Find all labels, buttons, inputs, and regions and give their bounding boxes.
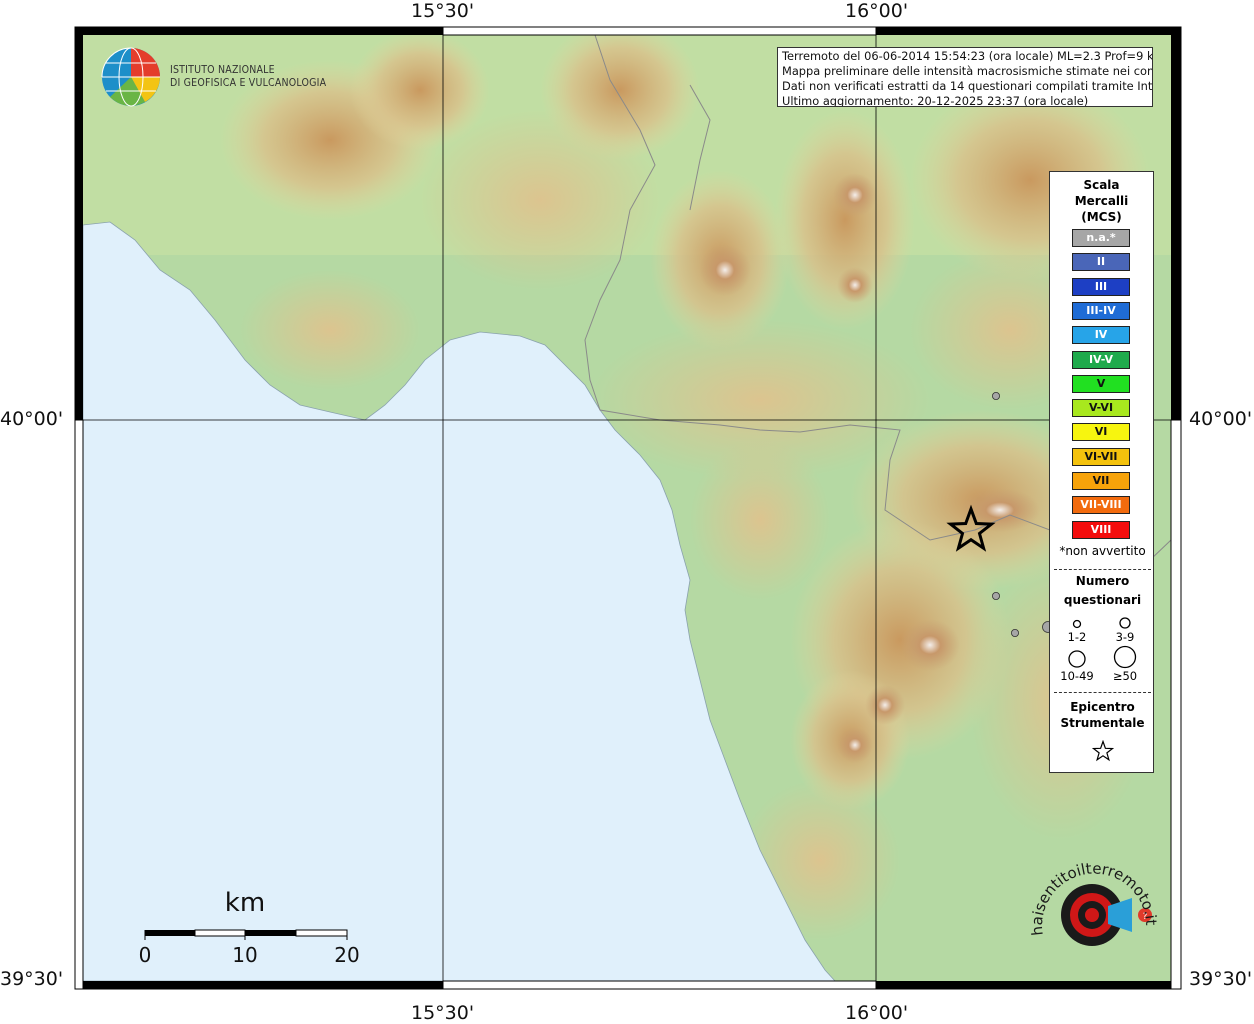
count-label-1: 1-2 (1067, 630, 1087, 644)
axis-label-left-4000: 40°00' (0, 408, 64, 430)
scale-unit: km (224, 888, 266, 918)
count-label-3: 10-49 (1060, 669, 1094, 683)
mcs-swatch: III (1072, 277, 1130, 296)
axis-label-right-4000: 40°00' (1189, 408, 1253, 430)
mcs-swatch: n.a.* (1072, 229, 1130, 247)
scale-tick-0: 0 (138, 943, 152, 967)
count-label-2: 3-9 (1115, 630, 1135, 644)
legend-note: *non avvertito (1059, 544, 1146, 558)
event-info-line: Mappa preliminare delle intensità macros… (782, 64, 1153, 78)
scale-tick-10: 10 (232, 943, 258, 967)
axis-label-top-1600: 16°00' (845, 0, 909, 22)
mcs-swatch: IV (1072, 326, 1130, 345)
logo-line-2: DI GEOFISICA E VULCANOLOGIA (170, 77, 327, 89)
axis-label-left-3930: 39°30' (0, 968, 64, 990)
scale-tick-20: 20 (334, 943, 360, 967)
axis-label-top-1530: 15°30' (411, 0, 475, 22)
epicenter-title: Epicentro Strumentale (1060, 700, 1145, 730)
mcs-swatch: VIII (1072, 520, 1130, 539)
legend-divider (1054, 569, 1151, 570)
ingv-logo-icon (101, 47, 160, 107)
questionnaire-point (992, 391, 1001, 400)
mcs-swatch: III-IV (1072, 301, 1130, 320)
mcs-swatch: V-VI (1072, 399, 1130, 418)
event-info-line: Ultimo aggiornamento: 20-12-2025 23:37 (… (782, 94, 1089, 107)
mcs-swatch: VI-VII (1072, 447, 1130, 466)
mcs-swatch: IV-V (1072, 350, 1130, 369)
logo-line-1: ISTITUTO NAZIONALE (170, 64, 275, 76)
axis-label-right-3930: 39°30' (1189, 968, 1253, 990)
mcs-swatch: VII (1072, 472, 1130, 490)
legend-title: Scala Mercalli (MCS) (1074, 178, 1129, 224)
epicenter-legend-icon (1092, 740, 1114, 762)
questionnaire-point (1011, 629, 1020, 638)
mcs-legend: Scala Mercalli (MCS) n.a.* II III III-IV IV I… (1049, 171, 1154, 773)
event-info-box: Terremoto del 06-06-2014 15:54:23 (ora l… (777, 47, 1153, 107)
terrain-layer (83, 35, 1171, 981)
axis-label-bottom-1530: 15°30' (411, 1002, 475, 1024)
event-info-line: Dati non verificati estratti da 14 quest… (782, 79, 1153, 93)
axis-label-bottom-1600: 16°00' (845, 1002, 909, 1024)
mcs-swatch: V (1072, 374, 1130, 393)
mcs-swatch: II (1072, 253, 1130, 272)
ingv-logo-text: ISTITUTO NAZIONALE DI GEOFISICA E VULCAN… (170, 64, 326, 90)
event-info-line: Terremoto del 06-06-2014 15:54:23 (ora l… (782, 49, 1153, 63)
mcs-swatch: VII-VIII (1072, 496, 1130, 515)
count-label-4: ≥50 (1112, 669, 1138, 683)
questionnaire-point (992, 592, 1001, 601)
count-title: Numero questionari (1063, 574, 1142, 607)
legend-divider (1054, 692, 1151, 693)
mcs-swatch: VI (1072, 423, 1130, 442)
